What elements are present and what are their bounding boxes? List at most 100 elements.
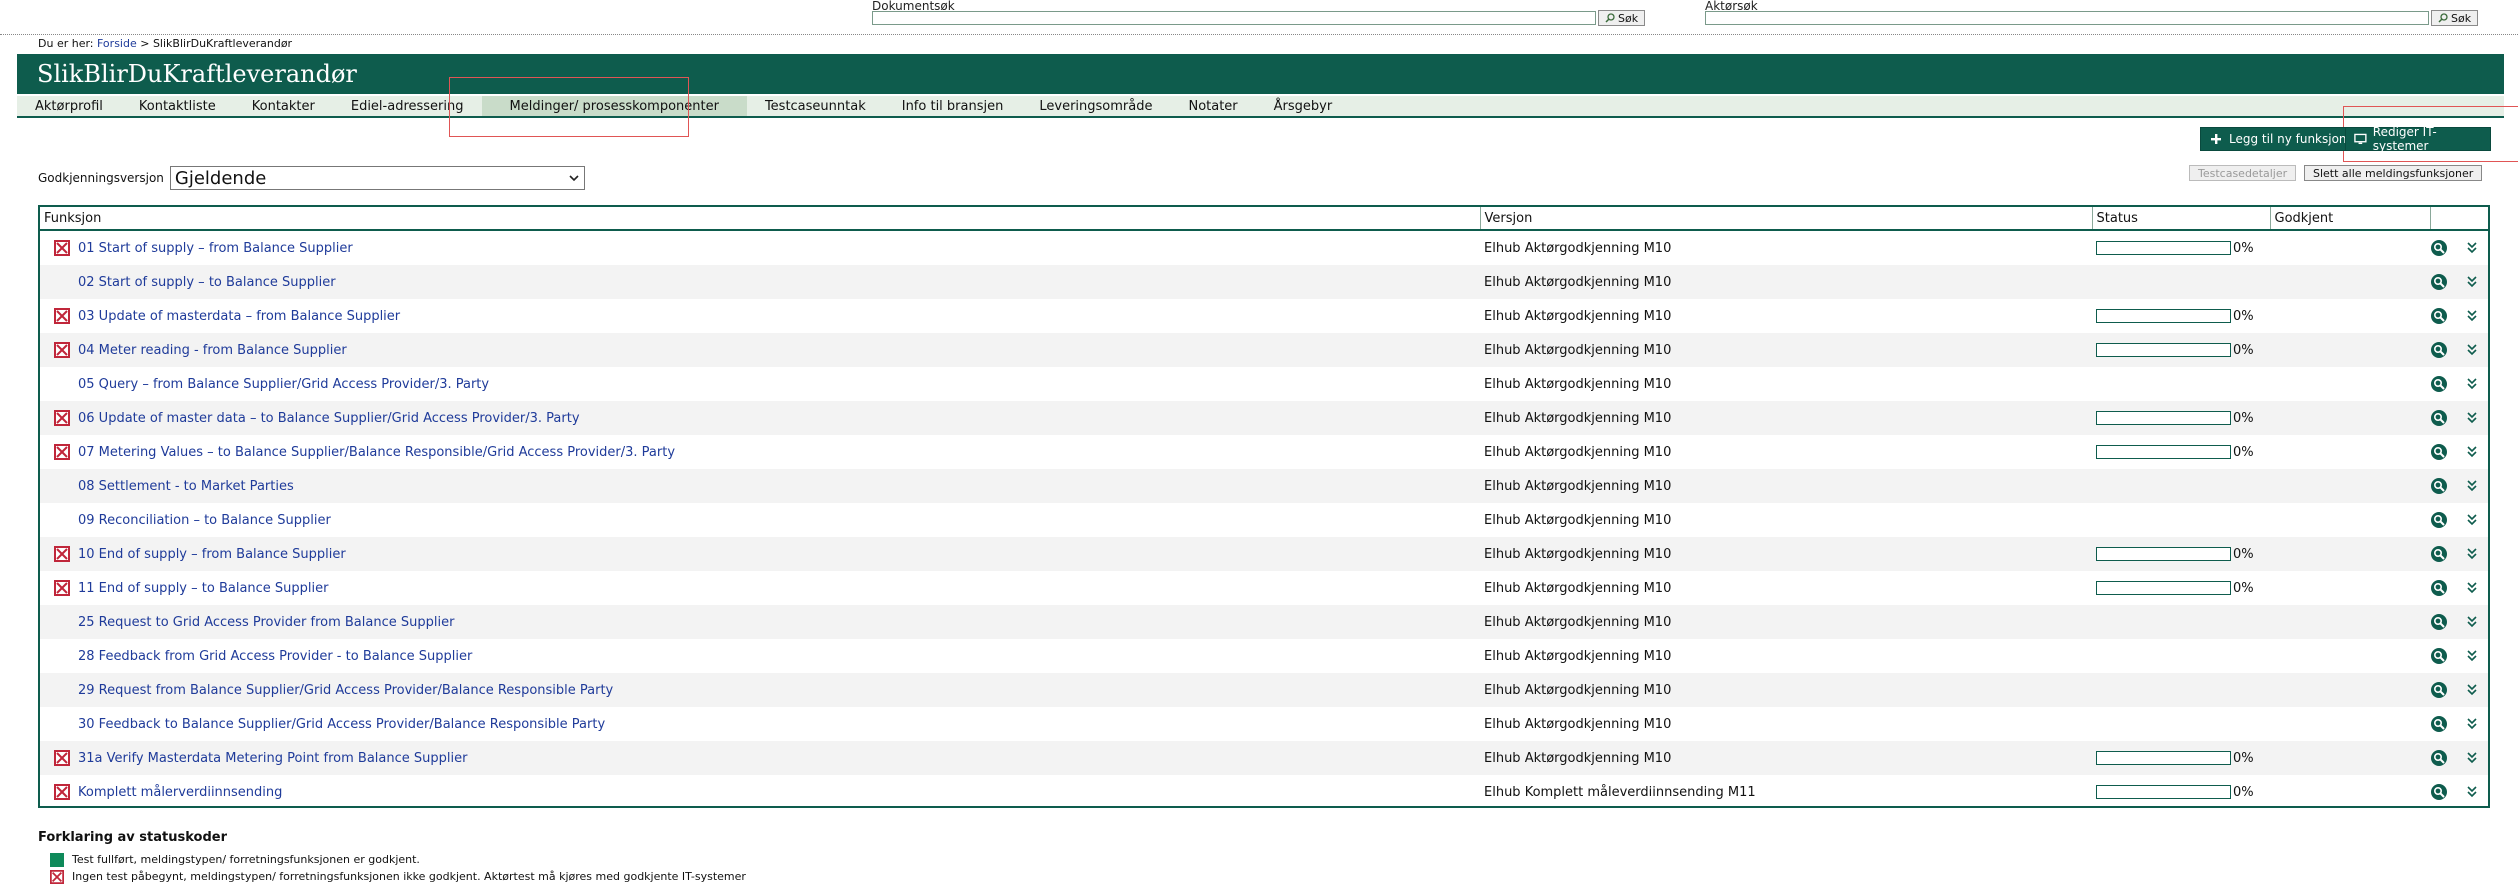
expand-icon[interactable] [2466, 343, 2478, 357]
expand-icon[interactable] [2466, 513, 2478, 527]
view-details-icon[interactable] [2430, 477, 2448, 495]
view-details-icon[interactable] [2430, 647, 2448, 665]
expand-icon[interactable] [2466, 581, 2478, 595]
version-cell: Elhub Aktørgodkjenning M10 [1480, 469, 2092, 503]
tab-kontakter[interactable]: Kontakter [234, 96, 333, 116]
function-link[interactable]: 03 Update of masterdata – from Balance S… [78, 309, 400, 324]
approval-version-select[interactable]: Gjeldende [169, 166, 585, 190]
expand-icon[interactable] [2466, 309, 2478, 323]
status-icon-slot [54, 274, 70, 290]
function-link[interactable]: 28 Feedback from Grid Access Provider - … [78, 649, 472, 664]
expand-icon[interactable] [2466, 751, 2478, 765]
function-link[interactable]: 07 Metering Values – to Balance Supplier… [78, 445, 675, 460]
function-link[interactable]: 09 Reconciliation – to Balance Supplier [78, 513, 331, 528]
highlight-box-tab [449, 77, 689, 137]
tab-arsgebyr[interactable]: Årsgebyr [1256, 96, 1351, 116]
testcase-details-button[interactable]: Testcasedetaljer [2189, 165, 2297, 181]
status-icon-slot [54, 682, 70, 698]
approved-cell [2270, 741, 2430, 775]
status-not-started-icon [50, 869, 64, 884]
expand-icon[interactable] [2466, 717, 2478, 731]
table-row: 11 End of supply – to Balance Supplier E… [40, 571, 2488, 605]
view-details-icon[interactable] [2430, 749, 2448, 767]
approved-cell [2270, 230, 2430, 265]
view-details-icon[interactable] [2430, 375, 2448, 393]
function-link[interactable]: 02 Start of supply – to Balance Supplier [78, 275, 336, 290]
progress-percent: 0% [2233, 240, 2254, 256]
expand-icon[interactable] [2466, 241, 2478, 255]
document-search-input[interactable] [872, 11, 1596, 25]
function-link[interactable]: 11 End of supply – to Balance Supplier [78, 581, 329, 596]
progress-bar [2096, 445, 2231, 459]
view-details-icon[interactable] [2430, 545, 2448, 563]
delete-all-functions-button[interactable]: Slett alle meldingsfunksjoner [2304, 165, 2483, 181]
legend-title: Forklaring av statuskoder [38, 830, 227, 845]
view-details-icon[interactable] [2430, 409, 2448, 427]
function-link[interactable]: 04 Meter reading - from Balance Supplier [78, 343, 347, 358]
tab-info-til-bransjen[interactable]: Info til bransjen [884, 96, 1022, 116]
add-function-button[interactable]: Legg til ny funksjon [2200, 127, 2356, 151]
status-not-started-icon [54, 750, 70, 766]
view-details-icon[interactable] [2430, 783, 2448, 801]
function-link[interactable]: 01 Start of supply – from Balance Suppli… [78, 241, 353, 256]
status-cell: 0% [2092, 401, 2270, 435]
view-details-icon[interactable] [2430, 511, 2448, 529]
magnifier-icon [2438, 13, 2448, 23]
function-link[interactable]: 31a Verify Masterdata Metering Point fro… [78, 751, 467, 766]
tab-kontaktliste[interactable]: Kontaktliste [121, 96, 234, 116]
status-progress: 0% [2096, 547, 2266, 562]
function-cell: Komplett målerverdiinnsending [40, 775, 1480, 809]
table-body: 01 Start of supply – from Balance Suppli… [40, 230, 2488, 809]
view-details-icon[interactable] [2430, 273, 2448, 291]
view-details-icon[interactable] [2430, 715, 2448, 733]
actor-search-button[interactable]: Søk [2431, 10, 2479, 26]
view-details-icon[interactable] [2430, 239, 2448, 257]
status-progress: 0% [2096, 581, 2266, 596]
function-link[interactable]: 29 Request from Balance Supplier/Grid Ac… [78, 683, 613, 698]
progress-bar [2096, 241, 2231, 255]
status-cell [2092, 639, 2270, 673]
expand-icon[interactable] [2466, 785, 2478, 799]
breadcrumb-home-link[interactable]: Forside [97, 37, 137, 50]
expand-icon[interactable] [2466, 411, 2478, 425]
tab-testcaseunntak[interactable]: Testcaseunntak [747, 96, 884, 116]
table-row: Komplett målerverdiinnsending Elhub Komp… [40, 775, 2488, 809]
function-link[interactable]: 10 End of supply – from Balance Supplier [78, 547, 346, 562]
actor-search-input[interactable] [1705, 11, 2429, 25]
function-link[interactable]: 30 Feedback to Balance Supplier/Grid Acc… [78, 717, 605, 732]
expand-icon[interactable] [2466, 547, 2478, 561]
tab-aktorprofil[interactable]: Aktørprofil [17, 96, 121, 116]
function-link[interactable]: 08 Settlement - to Market Parties [78, 479, 294, 494]
status-cell [2092, 503, 2270, 537]
view-details-icon[interactable] [2430, 613, 2448, 631]
view-details-icon[interactable] [2430, 681, 2448, 699]
document-search-button[interactable]: Søk [1598, 10, 1646, 26]
approved-cell [2270, 469, 2430, 503]
breadcrumb-separator: > [140, 37, 150, 50]
expand-icon[interactable] [2466, 377, 2478, 391]
actions-cell [2430, 230, 2488, 265]
progress-percent: 0% [2233, 342, 2254, 358]
view-details-icon[interactable] [2430, 443, 2448, 461]
expand-icon[interactable] [2466, 615, 2478, 629]
expand-icon[interactable] [2466, 275, 2478, 289]
tab-leveringsomrade[interactable]: Leveringsområde [1021, 96, 1170, 116]
function-cell: 01 Start of supply – from Balance Suppli… [40, 230, 1480, 265]
function-link[interactable]: 25 Request to Grid Access Provider from … [78, 615, 454, 630]
view-details-icon[interactable] [2430, 341, 2448, 359]
function-table: Funksjon Versjon Status Godkjent 01 Star… [38, 205, 2490, 808]
edit-it-systems-button[interactable]: Rediger IT-systemer [2345, 125, 2491, 153]
expand-icon[interactable] [2466, 683, 2478, 697]
expand-icon[interactable] [2466, 479, 2478, 493]
actor-search: Aktørsøk Søk [1705, 0, 2479, 26]
document-search: Dokumentsøk Søk [872, 0, 1646, 26]
expand-icon[interactable] [2466, 445, 2478, 459]
view-details-icon[interactable] [2430, 579, 2448, 597]
approval-version-label: Godkjenningsversjon [38, 171, 164, 185]
tab-notater[interactable]: Notater [1170, 96, 1255, 116]
function-link[interactable]: 06 Update of master data – to Balance Su… [78, 411, 580, 426]
view-details-icon[interactable] [2430, 307, 2448, 325]
function-link[interactable]: Komplett målerverdiinnsending [78, 785, 282, 800]
function-link[interactable]: 05 Query – from Balance Supplier/Grid Ac… [78, 377, 489, 392]
expand-icon[interactable] [2466, 649, 2478, 663]
